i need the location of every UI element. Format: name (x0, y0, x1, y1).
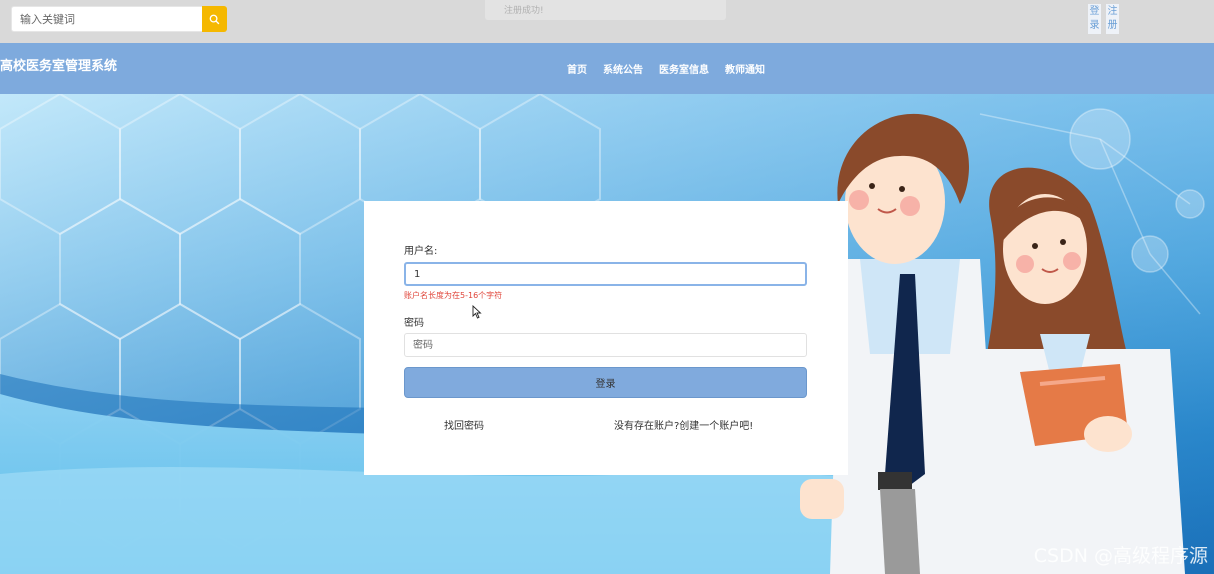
register-link[interactable]: 注册 (1106, 4, 1119, 34)
password-label: 密码 (404, 318, 424, 329)
search-input[interactable] (11, 6, 202, 32)
username-field[interactable] (404, 262, 807, 286)
nav-item-clinic-info[interactable]: 医务室信息 (659, 61, 709, 76)
site-title: 高校医务室管理系统 (0, 59, 118, 74)
nav-bar: 高校医务室管理系统 首页 系统公告 医务室信息 教师通知 (0, 43, 1214, 94)
search-button[interactable] (202, 6, 227, 32)
nav-item-home[interactable]: 首页 (567, 61, 587, 76)
nav-item-announcements[interactable]: 系统公告 (603, 61, 643, 76)
username-label: 用户名: (404, 246, 438, 257)
forgot-password-link[interactable]: 找回密码 (444, 417, 484, 432)
watermark: CSDN @高级程序源 (1033, 545, 1208, 567)
search-icon (209, 14, 220, 24)
password-field[interactable] (404, 333, 807, 357)
toast-message: 注册成功! (485, 0, 726, 20)
top-bar: 注册成功! 登录 注册 (0, 0, 1214, 43)
nav-item-teacher-notices[interactable]: 教师通知 (725, 61, 765, 76)
login-card: 用户名: 账户名长度为在5-16个字符 密码 登录 找回密码 没有存在账户?创建… (364, 201, 848, 475)
login-button[interactable]: 登录 (404, 367, 807, 398)
login-link[interactable]: 登录 (1088, 4, 1101, 34)
main-nav: 首页 系统公告 医务室信息 教师通知 (567, 61, 781, 76)
username-error: 账户名长度为在5-16个字符 (404, 291, 503, 300)
create-account-link[interactable]: 没有存在账户?创建一个账户吧! (614, 417, 753, 432)
search-box (11, 6, 227, 32)
mouse-cursor-icon (472, 305, 482, 319)
